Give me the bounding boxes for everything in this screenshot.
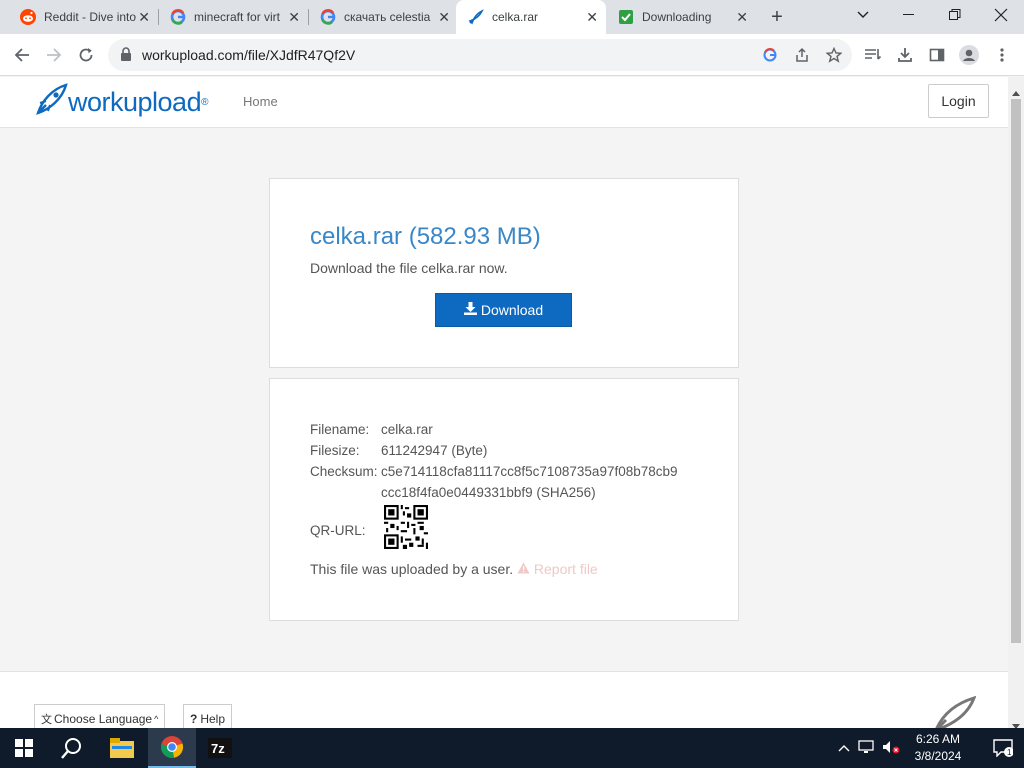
volume-muted-icon[interactable] bbox=[882, 740, 900, 757]
tab-reddit[interactable]: Reddit - Dive into ✕ bbox=[8, 0, 158, 34]
search-icon[interactable] bbox=[48, 728, 96, 768]
close-tab-icon[interactable]: ✕ bbox=[288, 10, 300, 24]
chevron-up-icon: ^ bbox=[154, 714, 159, 724]
checksum-value-line2: ccc18f4fa0e0449331bbf9 (SHA256) bbox=[381, 485, 596, 500]
qr-code-image bbox=[384, 505, 428, 549]
rocket-logo-icon bbox=[34, 83, 68, 122]
minimize-button[interactable] bbox=[886, 0, 932, 30]
page-viewport: workupload ® Home Login celka.rar (582.93… bbox=[0, 77, 1008, 728]
7zip-icon[interactable]: 7z bbox=[196, 728, 244, 768]
chrome-taskbar-icon[interactable] bbox=[148, 728, 196, 768]
close-tab-icon[interactable]: ✕ bbox=[736, 10, 748, 24]
tab-celestia[interactable]: скачать celestia ✕ bbox=[308, 0, 458, 34]
file-subtitle: Download the file celka.rar now. bbox=[310, 260, 508, 276]
tab-strip: Reddit - Dive into ✕ minecraft for virt … bbox=[0, 0, 1024, 34]
registered-mark: ® bbox=[201, 97, 209, 108]
side-panel-icon[interactable] bbox=[925, 43, 949, 67]
forward-arrow-icon[interactable] bbox=[42, 43, 66, 67]
download-button[interactable]: Download bbox=[435, 293, 572, 327]
address-bar[interactable]: workupload.com/file/XJdfR47Qf2V bbox=[108, 39, 852, 71]
google-icon bbox=[170, 9, 186, 25]
bookmark-star-icon[interactable] bbox=[822, 43, 846, 67]
qr-label: QR-URL: bbox=[310, 523, 366, 538]
choose-language-button[interactable]: 文 Choose Language ^ bbox=[34, 704, 166, 728]
kebab-menu-icon[interactable] bbox=[990, 43, 1014, 67]
file-title: celka.rar (582.93 MB) bbox=[310, 223, 541, 250]
translate-icon: 文 bbox=[41, 714, 52, 726]
help-label: Help bbox=[200, 712, 226, 726]
tab-title: celka.rar bbox=[492, 10, 539, 24]
windows-taskbar: 7z 6:26 AM 3/8/2024 1 bbox=[0, 728, 1024, 768]
download-icon[interactable] bbox=[893, 43, 917, 67]
question-icon: ? bbox=[190, 712, 198, 726]
back-arrow-icon[interactable] bbox=[10, 43, 34, 67]
profile-avatar-icon[interactable] bbox=[957, 43, 981, 67]
tab-celka[interactable]: celka.rar ✕ bbox=[456, 0, 606, 34]
site-header: workupload ® Home Login bbox=[0, 77, 1008, 128]
scrollbar-thumb[interactable] bbox=[1011, 99, 1021, 643]
filename-label: Filename: bbox=[310, 422, 370, 437]
tab-title: Downloading bbox=[642, 10, 712, 24]
close-window-button[interactable] bbox=[978, 0, 1024, 30]
login-button[interactable]: Login bbox=[928, 84, 989, 118]
clock-time: 6:26 AM bbox=[915, 732, 961, 746]
download-label: Download bbox=[480, 302, 544, 318]
file-details-panel: Filename: celka.rar Filesize: 611242947 … bbox=[269, 378, 739, 621]
restore-button[interactable] bbox=[932, 0, 978, 30]
report-file-link[interactable]: Report file bbox=[534, 561, 598, 577]
windows-start-icon[interactable] bbox=[0, 728, 48, 768]
logo-text: workupload bbox=[68, 87, 202, 117]
choose-language-label: Choose Language bbox=[54, 712, 153, 726]
notification-center-icon[interactable]: 1 bbox=[982, 728, 1024, 768]
url-text: workupload.com/file/XJdfR47Qf2V bbox=[142, 47, 356, 63]
show-hidden-icons-chevron-icon[interactable] bbox=[838, 741, 850, 755]
tab-title: minecraft for virt bbox=[194, 10, 281, 24]
taskbar-clock[interactable]: 6:26 AM 3/8/2024 bbox=[905, 731, 971, 765]
download-check-icon bbox=[618, 9, 634, 25]
filesize-value: 611242947 (Byte) bbox=[381, 443, 488, 458]
filesize-label: Filesize: bbox=[310, 443, 360, 458]
close-tab-icon[interactable]: ✕ bbox=[586, 10, 598, 24]
close-tab-icon[interactable]: ✕ bbox=[438, 10, 450, 24]
rocket-footer-icon bbox=[932, 695, 977, 728]
page-scrollbar[interactable] bbox=[1008, 77, 1024, 729]
download-panel: celka.rar (582.93 MB) Download the file … bbox=[269, 178, 739, 368]
help-button[interactable]: ? Help bbox=[183, 704, 233, 728]
tab-title: скачать celestia bbox=[344, 10, 431, 24]
new-tab-button[interactable]: + bbox=[766, 6, 788, 29]
download-icon bbox=[463, 302, 481, 318]
share-icon[interactable] bbox=[790, 43, 814, 67]
lock-icon[interactable] bbox=[120, 47, 132, 66]
network-icon[interactable] bbox=[858, 739, 874, 757]
warning-icon bbox=[517, 561, 534, 577]
google-icon bbox=[320, 9, 336, 25]
google-lens-icon[interactable] bbox=[758, 43, 782, 67]
site-footer: 文 Choose Language ^ ? Help bbox=[0, 671, 1008, 728]
svg-text:7z: 7z bbox=[211, 741, 225, 756]
file-explorer-icon[interactable] bbox=[98, 728, 146, 768]
filename-value: celka.rar bbox=[381, 422, 433, 437]
checksum-value-line1: c5e714118cfa81117cc8f5c7108735a97f08b78c… bbox=[381, 464, 678, 479]
system-tray bbox=[838, 728, 900, 768]
nav-home-link[interactable]: Home bbox=[243, 94, 278, 109]
tab-search-chevron-icon[interactable] bbox=[840, 0, 886, 30]
tab-title: Reddit - Dive into bbox=[44, 10, 136, 24]
uploaded-text: This file was uploaded by a user. bbox=[310, 561, 514, 577]
notification-count: 1 bbox=[1007, 748, 1012, 757]
uploaded-note: This file was uploaded by a user. Report… bbox=[310, 561, 598, 577]
tab-minecraft[interactable]: minecraft for virt ✕ bbox=[158, 0, 308, 34]
reading-list-icon[interactable] bbox=[861, 43, 885, 67]
browser-toolbar: workupload.com/file/XJdfR47Qf2V bbox=[0, 34, 1024, 76]
tab-downloading[interactable]: Downloading ✕ bbox=[606, 0, 756, 34]
reddit-icon bbox=[20, 9, 36, 25]
clock-date: 3/8/2024 bbox=[914, 749, 962, 763]
workupload-icon bbox=[468, 9, 484, 25]
close-tab-icon[interactable]: ✕ bbox=[138, 10, 150, 24]
checksum-label: Checksum: bbox=[310, 464, 378, 479]
workupload-logo[interactable]: workupload ® bbox=[34, 83, 208, 122]
reload-icon[interactable] bbox=[74, 43, 98, 67]
